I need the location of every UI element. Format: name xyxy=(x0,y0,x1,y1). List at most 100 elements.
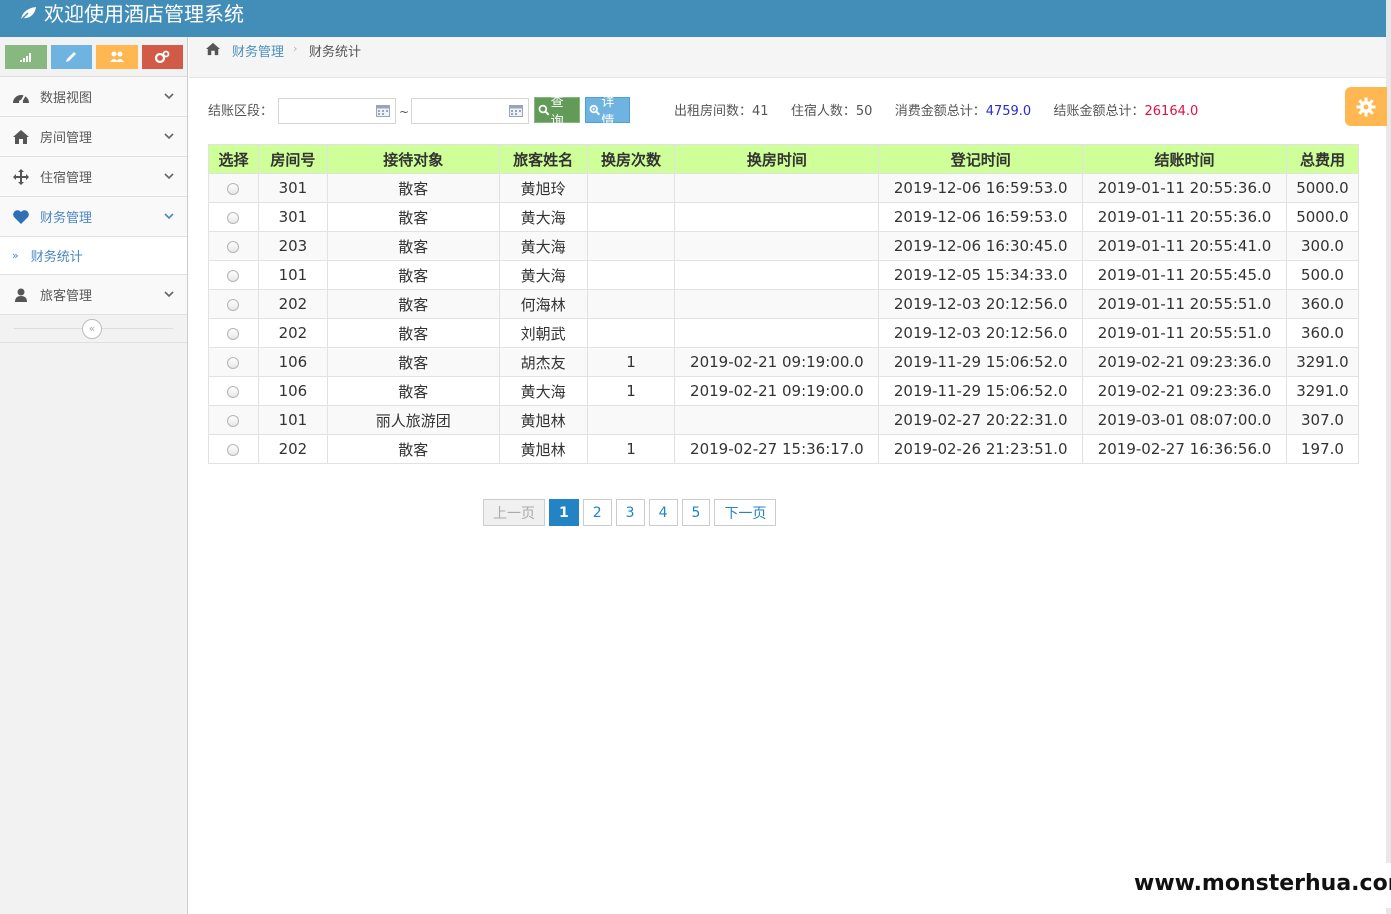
row-select-radio[interactable] xyxy=(227,327,240,340)
next-page-button[interactable]: 下一页 xyxy=(714,499,777,526)
sidebar-item-label: 住宿管理 xyxy=(40,171,93,186)
page-5-button[interactable]: 5 xyxy=(681,499,711,526)
cell-room-change-count xyxy=(586,202,676,232)
page-4-button[interactable]: 4 xyxy=(648,499,678,526)
start-date-input[interactable] xyxy=(278,98,396,124)
row-select-radio[interactable] xyxy=(227,269,240,282)
cell-reception-target: 散客 xyxy=(326,318,500,348)
row-select-radio[interactable] xyxy=(227,240,240,253)
cell-checkin-time: 2019-02-27 20:22:31.0 xyxy=(878,405,1084,435)
table-row[interactable]: 202 散客 刘朝武 2019-12-03 20:12:56.0 2019-01-11 … xyxy=(208,318,1360,348)
cell-room-change-count: 1 xyxy=(586,376,676,406)
cell-room-change-count xyxy=(586,231,676,261)
table-row[interactable]: 202 散客 何海林 2019-12-03 20:12:56.0 2019-01-11 … xyxy=(208,289,1360,319)
signal-icon xyxy=(19,53,31,62)
table-row[interactable]: 101 丽人旅游团 黄旭林 2019-02-27 20:22:31.0 2019-03-… xyxy=(208,405,1360,435)
cell-room-number: 301 xyxy=(257,202,328,232)
cell-checkout-time: 2019-01-11 20:55:45.0 xyxy=(1082,260,1287,290)
cell-guest-name: 黄大海 xyxy=(498,231,588,261)
guest-count-label: 住宿人数： xyxy=(790,104,856,119)
cell-reception-target: 散客 xyxy=(326,376,500,406)
calendar-icon[interactable] xyxy=(509,105,523,117)
cell-guest-name: 黄大海 xyxy=(498,376,588,406)
cell-checkin-time: 2019-12-06 16:30:45.0 xyxy=(878,231,1084,261)
leaf-icon xyxy=(19,7,36,22)
cell-checkin-time: 2019-11-29 15:06:52.0 xyxy=(878,347,1084,377)
prev-page-button[interactable]: 上一页 xyxy=(483,499,545,526)
settings-button[interactable] xyxy=(1345,87,1387,126)
double-angle-right-icon: » xyxy=(12,249,19,262)
chevron-down-icon xyxy=(164,93,174,100)
sidebar-item-label: 旅客管理 xyxy=(40,289,93,304)
cell-room-number: 106 xyxy=(257,347,328,377)
shortcut-pencil-button[interactable] xyxy=(50,45,92,69)
cell-room-change-time xyxy=(674,405,880,435)
double-angle-left-icon[interactable]: « xyxy=(82,319,102,339)
table-row[interactable]: 301 散客 黄旭玲 2019-12-06 16:59:53.0 2019-01-11 … xyxy=(208,173,1360,203)
user-icon xyxy=(10,286,32,304)
shortcut-users-button[interactable] xyxy=(96,45,138,69)
cell-checkin-time: 2019-12-03 20:12:56.0 xyxy=(878,318,1084,348)
cell-room-change-time xyxy=(674,202,880,232)
row-select-radio[interactable] xyxy=(227,385,240,398)
cell-room-change-time: 2019-02-21 09:19:00.0 xyxy=(674,347,880,377)
consumption-total-value: 4759.0 xyxy=(985,104,1032,119)
cell-room-number: 203 xyxy=(257,231,328,261)
cell-checkout-time: 2019-02-21 09:23:36.0 xyxy=(1082,376,1287,406)
cell-total-cost: 307.0 xyxy=(1285,405,1360,435)
top-navbar: 欢迎使用酒店管理系统 xyxy=(0,0,1386,37)
search-icon xyxy=(538,104,550,116)
cell-total-cost: 5000.0 xyxy=(1285,202,1360,232)
table-body: 301 散客 黄旭玲 2019-12-06 16:59:53.0 2019-01-11 … xyxy=(208,173,1360,464)
table-row[interactable]: 106 散客 黄大海 1 2019-02-21 09:19:00.0 2019-11-29… xyxy=(208,376,1360,406)
sidebar-item-guest-management[interactable]: 旅客管理 xyxy=(0,275,187,315)
row-select-radio[interactable] xyxy=(227,182,240,195)
query-button[interactable]: 查询 xyxy=(534,95,580,129)
cell-reception-target: 散客 xyxy=(326,231,500,261)
shortcut-cogs-button[interactable] xyxy=(141,45,183,69)
end-date-input[interactable] xyxy=(411,98,529,124)
row-select-radio[interactable] xyxy=(227,211,240,224)
cell-guest-name: 黄旭玲 xyxy=(498,173,588,203)
table-row[interactable]: 106 散客 胡杰友 1 2019-02-21 09:19:00.0 2019-11-29… xyxy=(208,347,1360,377)
sidebar-item-finance-management[interactable]: 财务管理 xyxy=(0,197,187,237)
cell-room-change-time xyxy=(674,289,880,319)
arrows-icon xyxy=(10,168,32,186)
cell-room-number: 202 xyxy=(257,289,328,319)
shortcut-signal-button[interactable] xyxy=(5,45,47,69)
cell-reception-target: 散客 xyxy=(326,289,500,319)
row-select-radio[interactable] xyxy=(227,414,240,427)
calendar-icon[interactable] xyxy=(376,105,390,117)
cell-room-number: 202 xyxy=(257,318,328,348)
cell-room-change-count xyxy=(586,260,676,290)
sidebar-item-data-view[interactable]: 数据视图 xyxy=(0,77,187,117)
cell-guest-name: 黄大海 xyxy=(498,260,588,290)
detail-button[interactable]: 详情 xyxy=(585,95,630,129)
cell-reception-target: 丽人旅游团 xyxy=(326,405,500,435)
home-icon[interactable] xyxy=(205,42,221,56)
cell-checkin-time: 2019-12-06 16:59:53.0 xyxy=(878,173,1084,203)
page-2-button[interactable]: 2 xyxy=(582,499,612,526)
sidebar-item-stay-management[interactable]: 住宿管理 xyxy=(0,157,187,197)
table-row[interactable]: 101 散客 黄大海 2019-12-05 15:34:33.0 2019-01-11 … xyxy=(208,260,1360,290)
breadcrumb-link-finance[interactable]: 财务管理 xyxy=(232,41,284,60)
sidebar-item-room-management[interactable]: 房间管理 xyxy=(0,117,187,157)
page-3-button[interactable]: 3 xyxy=(615,499,645,526)
table-row[interactable]: 202 散客 黄旭林 1 2019-02-27 15:36:17.0 2019-02-26… xyxy=(208,434,1360,464)
cell-checkout-time: 2019-01-11 20:55:36.0 xyxy=(1082,202,1287,232)
app-brand[interactable]: 欢迎使用酒店管理系统 xyxy=(18,2,244,26)
cell-total-cost: 500.0 xyxy=(1285,260,1360,290)
table-row[interactable]: 301 散客 黄大海 2019-12-06 16:59:53.0 2019-01-11 … xyxy=(208,202,1360,232)
pagination: 上一页 1 2 3 4 5 下一页 xyxy=(483,499,780,526)
table-row[interactable]: 203 散客 黄大海 2019-12-06 16:30:45.0 2019-01-11 … xyxy=(208,231,1360,261)
column-header-reception-target: 接待对象 xyxy=(326,144,500,174)
row-select-radio[interactable] xyxy=(227,298,240,311)
select-cell xyxy=(208,173,259,203)
page-1-button[interactable]: 1 xyxy=(549,499,579,526)
row-select-radio[interactable] xyxy=(227,356,240,369)
cell-total-cost: 197.0 xyxy=(1285,434,1360,464)
column-header-room-change-count: 换房次数 xyxy=(586,144,676,174)
row-select-radio[interactable] xyxy=(227,443,240,456)
sidebar-subitem-label: 财务统计 xyxy=(30,250,83,265)
sidebar-subitem-finance-stats[interactable]: » 财务统计 xyxy=(0,237,187,275)
